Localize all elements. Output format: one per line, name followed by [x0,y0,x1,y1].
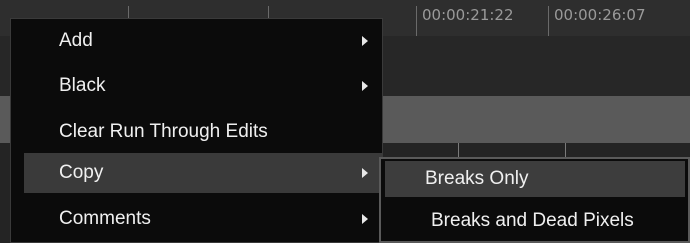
menu-item-copy[interactable]: Copy [24,153,382,193]
timecode-label: 00:00:26:07 [554,6,646,24]
menu-item-clear-run-through-edits[interactable]: Clear Run Through Edits [11,112,382,152]
edit-marker [458,143,459,157]
context-menu: Add Black Clear Run Through Edits Copy C… [10,18,383,243]
submenu-item-breaks-only[interactable]: Breaks Only [385,161,685,197]
menu-item-label: Copy [59,162,104,183]
menu-item-black[interactable]: Black [11,66,382,106]
timecode-label: 00:00:21:22 [422,6,514,24]
menu-item-comments[interactable]: Comments [11,199,382,239]
copy-submenu: Breaks Only Breaks and Dead Pixels [379,157,690,243]
submenu-item-label: Breaks and Dead Pixels [431,210,634,231]
menu-item-label: Black [59,75,106,96]
edit-marker [565,143,566,157]
ruler-tick [548,6,549,36]
menu-item-label: Clear Run Through Edits [59,121,268,142]
menu-item-label: Add [59,30,93,51]
ruler-tick [416,6,417,36]
submenu-arrow-icon [362,214,368,224]
submenu-item-breaks-and-dead-pixels[interactable]: Breaks and Dead Pixels [385,203,685,239]
menu-item-add[interactable]: Add [11,21,382,61]
submenu-arrow-icon [362,81,368,91]
submenu-item-label: Breaks Only [425,168,529,189]
menu-item-label: Comments [59,208,151,229]
submenu-arrow-icon [362,36,368,46]
submenu-arrow-icon [362,168,368,178]
